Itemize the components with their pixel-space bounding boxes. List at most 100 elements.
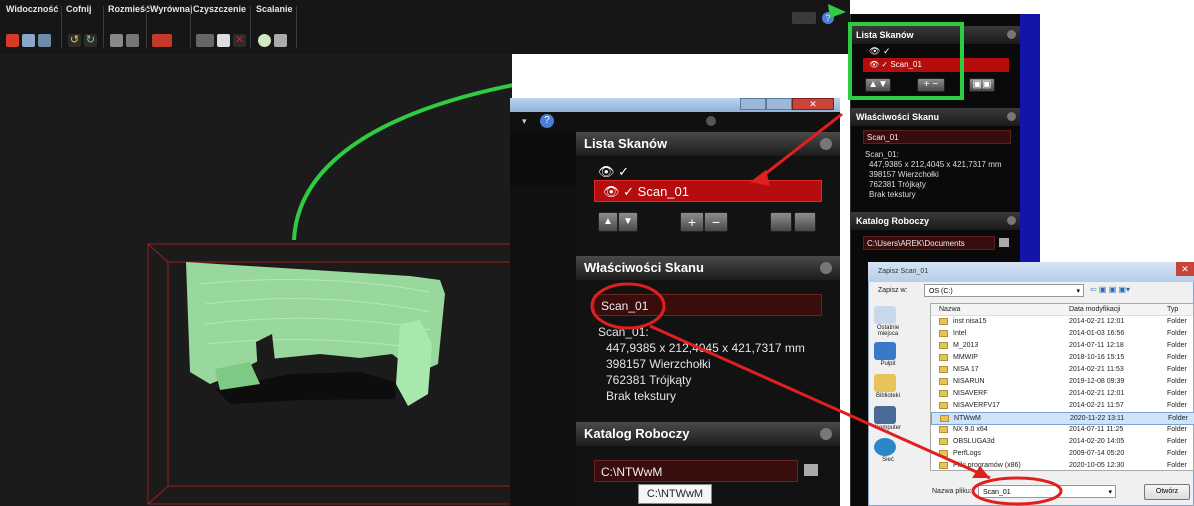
scan-list-root-row[interactable]: 👁 ✓ (598, 164, 629, 180)
column-type[interactable]: Typ (1167, 304, 1178, 315)
properties-header[interactable]: Właściwości Skanu (576, 256, 840, 280)
workdir-path-field[interactable]: C:\Users\AREK\Documents (863, 236, 995, 250)
delete-icon[interactable]: ✕ (233, 34, 246, 47)
arrange-list-icon[interactable] (126, 34, 139, 47)
eye-icon[interactable]: 👁 (598, 164, 615, 179)
scan-name-field[interactable]: Scan_01 (863, 130, 1011, 144)
scan-copy-button[interactable] (794, 212, 816, 232)
file-row[interactable]: Intel 2014-01-03 16:56 Folder (931, 328, 1193, 339)
file-name: Intel (953, 330, 967, 337)
merge-2-icon[interactable] (274, 34, 287, 47)
place-computer[interactable]: Komputer (868, 425, 908, 431)
properties-header[interactable]: Właściwości Skanu (851, 108, 1021, 126)
move-up-button[interactable]: ▲ (598, 212, 618, 232)
network-icon[interactable] (874, 438, 896, 456)
workdir-title: Katalog Roboczy (584, 426, 690, 441)
file-date: 2018-10-16 15:15 (1069, 354, 1125, 361)
scan-list-header[interactable]: Lista Skanów (576, 132, 840, 156)
undo-icon[interactable]: ↺ (68, 34, 81, 47)
file-row[interactable]: MMWIP 2018-10-16 15:15 Folder (931, 352, 1193, 363)
clean-brush-icon[interactable] (217, 34, 230, 47)
panel-toggle-icon[interactable] (706, 116, 716, 126)
place-recent[interactable]: Ostatnie miejsca (868, 325, 908, 337)
file-row[interactable]: NISAVERF 2014-02-21 12:01 Folder (931, 388, 1193, 399)
dropdown-arrow-icon[interactable]: ▾ (522, 116, 527, 127)
desktop-icon[interactable] (874, 342, 896, 360)
file-row[interactable]: OBSLUGA3d 2014-02-20 14:05 Folder (931, 436, 1193, 447)
main-toolbar: Widoczność Cofnij Rozmieść Wyrównaj Czys… (0, 0, 850, 54)
arrange-grid-icon[interactable] (110, 34, 123, 47)
align-icon[interactable] (152, 34, 172, 47)
file-row[interactable]: inst nisa15 2014-02-21 12:01 Folder (931, 316, 1193, 327)
visibility-mode-2-icon[interactable] (22, 34, 35, 47)
collapse-icon[interactable] (1007, 30, 1016, 39)
visibility-mode-icon[interactable] (6, 34, 19, 47)
recent-places-icon[interactable] (874, 306, 896, 324)
help-icon[interactable]: ? (822, 12, 834, 24)
maximize-button[interactable] (766, 98, 792, 110)
merge-icon[interactable] (258, 34, 271, 47)
collapse-icon[interactable] (1007, 216, 1016, 225)
redo-icon[interactable]: ↻ (84, 34, 97, 47)
file-type: Folder (1167, 378, 1187, 385)
save-in-dropdown[interactable]: OS (C:) ▾ (924, 284, 1084, 297)
help-icon[interactable]: ? (540, 114, 554, 128)
file-type: Folder (1167, 330, 1187, 337)
collapse-icon[interactable] (820, 428, 832, 440)
workdir-path-field[interactable]: C:\NTWwM (594, 460, 798, 482)
place-network[interactable]: Sieć (868, 457, 908, 463)
collapse-icon[interactable] (820, 262, 832, 274)
column-name[interactable]: Nazwa (939, 304, 960, 315)
visibility-mode-3-icon[interactable] (38, 34, 51, 47)
file-row[interactable]: Pliki programów (x86) 2020-10-05 12:30 Fol… (931, 460, 1193, 471)
file-date: 2020-11-22 13:11 (1070, 415, 1125, 422)
eye-icon[interactable]: 👁 (603, 184, 620, 199)
move-down-button[interactable]: ▼ (618, 212, 638, 232)
collapse-icon[interactable] (1007, 112, 1016, 121)
check-icon[interactable]: ✓ (618, 164, 629, 179)
zoomed-toolbar: ▾ ? (510, 112, 840, 133)
libraries-icon[interactable] (874, 374, 896, 392)
3d-viewport[interactable] (0, 54, 512, 506)
scan-info-name: Scan_01: (598, 325, 649, 339)
folder-browse-icon[interactable] (804, 464, 818, 476)
scan-triangles: 762381 Trójkąty (606, 373, 692, 387)
file-type: Folder (1167, 438, 1187, 445)
settings-icon[interactable] (792, 12, 816, 24)
file-date: 2014-07-11 11:25 (1069, 426, 1124, 433)
file-row[interactable]: PerfLogs 2009-07-14 05:20 Folder (931, 448, 1193, 459)
collapse-icon[interactable] (820, 138, 832, 150)
file-type: Folder (1167, 402, 1187, 409)
zoomed-scan-panel: Lista Skanów 👁 ✓ 👁 ✓ Scan_01 ▲ ▼ + − Wła… (576, 132, 840, 506)
add-scan-button[interactable]: + (680, 212, 704, 232)
file-row[interactable]: NX 9.0 x64 2014-07-11 11:25 Folder (931, 424, 1193, 435)
select-region-icon[interactable] (196, 34, 214, 47)
filename-input[interactable]: Scan_01 ▾ (978, 485, 1116, 498)
computer-icon[interactable] (874, 406, 896, 424)
file-row[interactable]: M_2013 2014-07-11 12:18 Folder (931, 340, 1193, 351)
folder-browse-icon[interactable] (999, 238, 1009, 247)
file-row[interactable]: NISARUN 2019-12-08 09:39 Folder (931, 376, 1193, 387)
minimize-button[interactable] (740, 98, 766, 110)
place-desktop[interactable]: Pulpit (868, 361, 908, 367)
place-libraries[interactable]: Biblioteki (868, 393, 908, 399)
file-list[interactable]: Nazwa Data modyfikacji Typ inst nisa15 20… (930, 303, 1194, 471)
file-row[interactable]: NISAVERFV17 2014-02-21 11:57 Folder (931, 400, 1193, 411)
scan-name-field[interactable]: Scan_01 (594, 294, 822, 316)
scan-export-button[interactable] (770, 212, 792, 232)
workdir-header[interactable]: Katalog Roboczy (851, 212, 1021, 230)
column-date[interactable]: Data modyfikacji (1069, 304, 1120, 315)
annotation-green-arrow (292, 83, 512, 241)
check-icon[interactable]: ✓ (623, 184, 634, 199)
nav-buttons[interactable]: ⇦ ▣ ▣ ▣▾ (1090, 285, 1150, 296)
remove-scan-button[interactable]: − (704, 212, 728, 232)
close-button[interactable]: ✕ (792, 98, 834, 110)
file-type: Folder (1167, 450, 1187, 457)
scan-list-item[interactable]: 👁 ✓ Scan_01 (594, 180, 822, 202)
dialog-close-button[interactable]: ✕ (1176, 262, 1194, 276)
file-name: OBSLUGA3d (953, 438, 995, 445)
file-row[interactable]: NISA 17 2014-02-21 11:53 Folder (931, 364, 1193, 375)
workdir-header[interactable]: Katalog Roboczy (576, 422, 840, 446)
open-button[interactable]: Otwórz (1144, 484, 1190, 500)
scan-tools-button[interactable]: ▣▣ (969, 78, 995, 92)
